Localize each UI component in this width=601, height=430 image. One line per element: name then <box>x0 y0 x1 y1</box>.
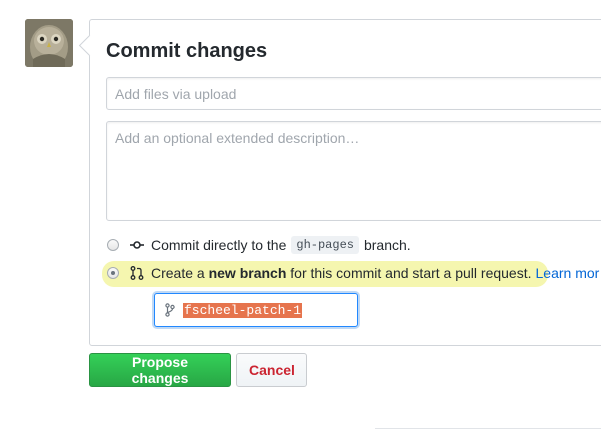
commit-direct-radio[interactable] <box>107 239 119 251</box>
learn-more-link[interactable]: Learn mor <box>536 265 600 281</box>
propose-changes-button[interactable]: Propose changes <box>89 353 231 387</box>
commit-description-textarea[interactable] <box>106 121 601 221</box>
owl-avatar-image <box>25 19 73 67</box>
avatar[interactable] <box>25 19 73 67</box>
git-pull-request-icon <box>130 266 144 280</box>
branch-name-input[interactable]: fscheel-patch-1 <box>154 293 358 327</box>
git-branch-icon <box>165 303 175 317</box>
divider <box>375 428 601 429</box>
new-branch-option[interactable]: Create a new branch for this commit and … <box>107 265 599 281</box>
commit-direct-prefix: Commit directly to the <box>151 237 287 253</box>
commit-panel: Commit changes Commit directly to the gh… <box>89 19 601 346</box>
new-branch-radio[interactable] <box>107 267 119 279</box>
new-branch-bold: new branch <box>208 265 287 281</box>
commit-direct-suffix: branch. <box>363 237 411 253</box>
cancel-button[interactable]: Cancel <box>236 353 307 387</box>
git-commit-icon <box>130 241 144 249</box>
commit-direct-option[interactable]: Commit directly to the gh-pages branch. <box>107 236 411 254</box>
target-branch-name: gh-pages <box>291 236 359 254</box>
commit-title: Commit changes <box>106 40 268 62</box>
commit-summary-input[interactable] <box>106 77 601 110</box>
branch-name-value: fscheel-patch-1 <box>183 302 303 318</box>
new-branch-suffix: for this commit and start a pull request… <box>290 265 532 281</box>
new-branch-prefix: Create a <box>151 265 205 281</box>
